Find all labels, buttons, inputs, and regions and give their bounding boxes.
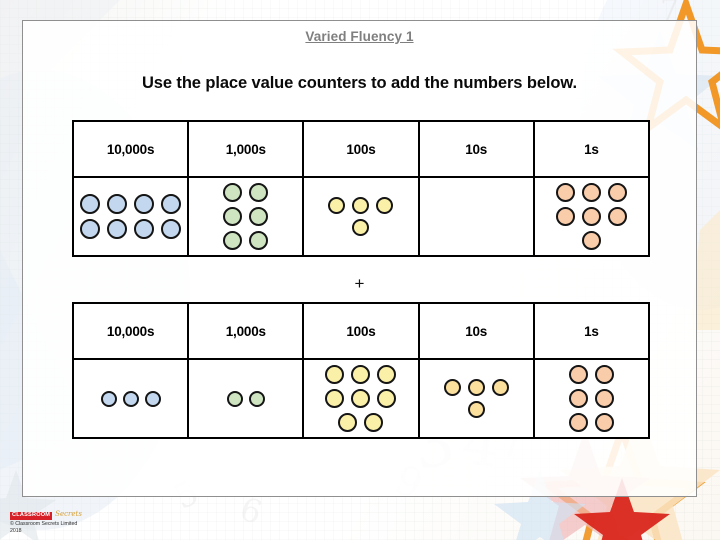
column-header-ten-thousands: 10,000s [71, 302, 190, 360]
place-value-counter[interactable] [80, 194, 101, 214]
place-value-counter[interactable] [226, 390, 243, 407]
place-value-counter[interactable] [338, 413, 358, 432]
place-value-counter[interactable] [581, 207, 601, 226]
counter-cell-thousands[interactable] [187, 358, 305, 439]
counter-cell-hundreds[interactable] [302, 358, 420, 439]
counter-cell-tens[interactable] [417, 358, 535, 439]
page-title: Varied Fluency 1 [305, 29, 414, 44]
table-counter-row [71, 176, 651, 257]
copyright-text: © Classroom Secrets Limited [10, 520, 78, 527]
place-value-counter[interactable] [249, 183, 269, 202]
place-value-counter[interactable] [555, 183, 575, 202]
place-value-counter[interactable] [377, 389, 397, 408]
column-header-hundreds: 100s [302, 302, 420, 360]
place-value-counter[interactable] [328, 197, 346, 214]
place-value-counter[interactable] [107, 219, 128, 239]
place-value-counter[interactable] [144, 390, 161, 407]
place-value-counter[interactable] [376, 197, 394, 214]
place-value-counter[interactable] [377, 365, 397, 384]
classroom-secrets-logo: CLASSROOM Secrets [10, 510, 130, 521]
place-value-counter[interactable] [80, 219, 101, 239]
place-value-counter[interactable] [568, 413, 588, 432]
counter-cell-ones[interactable] [532, 176, 651, 257]
place-value-counter[interactable] [352, 219, 370, 236]
table-header-row: 10,000s 1,000s 100s 10s 1s [71, 302, 651, 360]
place-value-counter[interactable] [467, 401, 485, 418]
counter-cell-thousands[interactable] [187, 176, 305, 257]
column-header-thousands: 1,000s [187, 302, 305, 360]
place-value-counter[interactable] [594, 413, 614, 432]
place-value-table-addend-2: 10,000s 1,000s 100s 10s 1s [71, 302, 651, 439]
place-value-counter[interactable] [607, 183, 627, 202]
logo-word-text: Secrets [55, 510, 82, 519]
place-value-counter[interactable] [223, 207, 243, 226]
place-value-counter[interactable] [134, 219, 155, 239]
place-value-table-addend-1: 10,000s 1,000s 100s 10s 1s [71, 120, 651, 257]
place-value-counter[interactable] [467, 379, 485, 396]
logo-mark-text: CLASSROOM [10, 512, 53, 521]
place-value-counter[interactable] [161, 219, 182, 239]
place-value-counter[interactable] [581, 231, 601, 250]
counter-cell-ten-thousands[interactable] [71, 358, 190, 439]
table-counter-row [71, 358, 651, 439]
place-value-counter[interactable] [364, 413, 384, 432]
place-value-counter[interactable] [443, 379, 461, 396]
place-value-counter[interactable] [351, 389, 371, 408]
place-value-counter[interactable] [223, 231, 243, 250]
place-value-counter[interactable] [100, 390, 117, 407]
place-value-counter[interactable] [607, 207, 627, 226]
place-value-counter[interactable] [491, 379, 509, 396]
place-value-counter[interactable] [248, 390, 265, 407]
column-header-ones: 1s [532, 302, 651, 360]
place-value-counter[interactable] [325, 365, 345, 384]
table-header-row: 10,000s 1,000s 100s 10s 1s [71, 120, 651, 178]
counter-cell-ten-thousands[interactable] [71, 176, 190, 257]
counter-cell-hundreds[interactable] [302, 176, 420, 257]
plus-operator: + [354, 274, 365, 293]
place-value-counter[interactable] [134, 194, 155, 214]
place-value-counter[interactable] [594, 365, 614, 384]
place-value-counter[interactable] [352, 197, 370, 214]
place-value-counter[interactable] [581, 183, 601, 202]
footer-branding: CLASSROOM Secrets © Classroom Secrets Li… [10, 510, 130, 534]
place-value-counter[interactable] [325, 389, 345, 408]
place-value-counter[interactable] [594, 389, 614, 408]
column-header-thousands: 1,000s [187, 120, 305, 178]
column-header-tens: 10s [417, 120, 535, 178]
place-value-counter[interactable] [568, 389, 588, 408]
place-value-counter[interactable] [107, 194, 128, 214]
instruction-text: Use the place value counters to add the … [141, 74, 577, 92]
column-header-ones: 1s [532, 120, 651, 178]
column-header-hundreds: 100s [302, 120, 420, 178]
place-value-counter[interactable] [568, 365, 588, 384]
column-header-ten-thousands: 10,000s [71, 120, 190, 178]
place-value-counter[interactable] [161, 194, 182, 214]
counter-cell-tens[interactable] [417, 176, 535, 257]
column-header-tens: 10s [417, 302, 535, 360]
copyright-year: 2018 [10, 527, 22, 534]
place-value-counter[interactable] [351, 365, 371, 384]
place-value-counter[interactable] [249, 231, 269, 250]
place-value-counter[interactable] [555, 207, 575, 226]
counter-cell-ones[interactable] [532, 358, 651, 439]
place-value-counter[interactable] [223, 183, 243, 202]
place-value-counter[interactable] [122, 390, 139, 407]
worksheet-frame: Varied Fluency 1 Use the place value cou… [22, 20, 697, 497]
place-value-counter[interactable] [249, 207, 269, 226]
